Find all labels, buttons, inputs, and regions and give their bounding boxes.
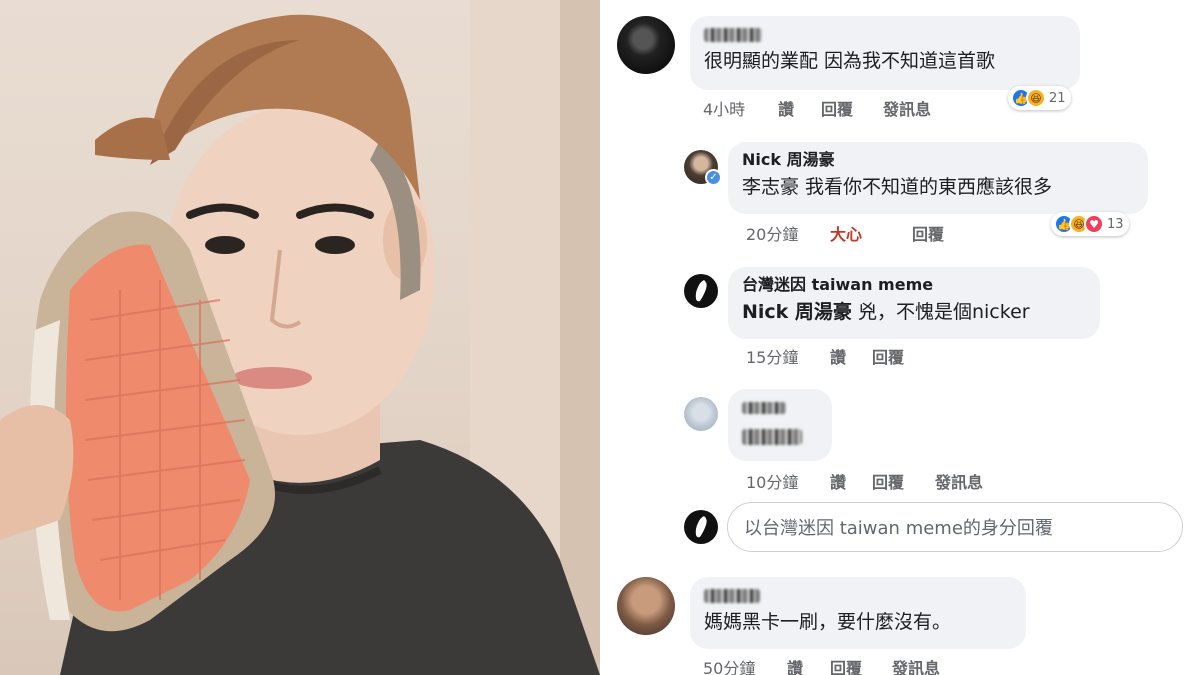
verified-badge-icon: ✓ — [705, 169, 722, 186]
comment-text: 李志豪 我看你不知道的東西應該很多 — [742, 176, 1053, 198]
love-icon: ♥ — [1084, 214, 1104, 234]
message-action[interactable]: 發訊息 — [883, 96, 931, 120]
message-action[interactable]: 發訊息 — [935, 469, 983, 493]
selfie-photo — [0, 0, 600, 675]
reply-placeholder: 以台灣迷因 taiwan meme的身分回覆 — [744, 518, 1053, 539]
comment-author-blurred[interactable] — [742, 397, 818, 417]
like-action[interactable]: 讚 — [830, 344, 872, 368]
comment-bubble: 媽媽黑卡一刷，要什麼沒有。 — [690, 577, 1026, 649]
comment-meta: 50分鐘 讚 回覆 發訊息 — [703, 655, 940, 675]
comment-text-blurred — [742, 423, 818, 449]
comment-meta: 10分鐘 讚 回覆 發訊息 — [746, 469, 983, 493]
comment-time[interactable]: 50分鐘 — [703, 655, 787, 675]
comment-text: 媽媽黑卡一刷，要什麼沒有。 — [704, 611, 952, 633]
comment-meta: 15分鐘 讚 回覆 — [746, 344, 904, 368]
page-avatar[interactable] — [684, 274, 718, 308]
comment-bubble: 台灣迷因 taiwan meme Nick 周湯豪 兇，不愧是個nicker — [728, 267, 1100, 339]
comment-body: 兇，不愧是個nicker — [851, 301, 1030, 323]
like-action[interactable]: 讚 — [830, 469, 872, 493]
comment-time[interactable]: 15分鐘 — [746, 344, 830, 368]
reaction-summary[interactable]: 👍 😆 ♥ 13 — [1051, 212, 1129, 236]
message-action[interactable]: 發訊息 — [892, 655, 940, 675]
reply-action[interactable]: 回覆 — [872, 469, 935, 493]
taiwan-island-icon — [695, 280, 707, 302]
comment-author-blurred[interactable] — [704, 585, 1012, 605]
like-action[interactable]: 讚 — [787, 655, 830, 675]
comment-bubble: 很明顯的業配 因為我不知道這首歌 — [690, 16, 1080, 90]
comment-time[interactable]: 20分鐘 — [746, 221, 830, 245]
reply-input[interactable]: 以台灣迷因 taiwan meme的身分回覆 — [727, 502, 1183, 552]
comment-bubble — [728, 389, 832, 461]
reply-action[interactable]: 回覆 — [872, 344, 904, 368]
comment-text: Nick 周湯豪 兇，不愧是個nicker — [742, 299, 1086, 325]
reaction-count: 21 — [1049, 90, 1066, 106]
reaction-summary[interactable]: 👍 😆 21 — [1008, 86, 1071, 110]
comment-meta: 20分鐘 大心 回覆 — [746, 221, 944, 245]
like-action[interactable]: 讚 — [778, 96, 821, 120]
comment-meta: 4小時 讚 回覆 發訊息 — [703, 96, 931, 120]
page-avatar — [684, 510, 718, 544]
comment-author[interactable]: Nick 周湯豪 — [742, 150, 1134, 170]
comment-text: 很明顯的業配 因為我不知道這首歌 — [704, 50, 996, 72]
reaction-count: 13 — [1107, 216, 1124, 232]
comment-author[interactable]: 台灣迷因 taiwan meme — [742, 275, 1086, 295]
mention-link[interactable]: Nick 周湯豪 — [742, 301, 852, 323]
haha-icon: 😆 — [1026, 88, 1046, 108]
commenter-avatar[interactable] — [617, 577, 675, 635]
reply-action[interactable]: 回覆 — [821, 96, 883, 120]
reply-action[interactable]: 回覆 — [912, 221, 944, 245]
commenter-avatar[interactable] — [684, 397, 718, 431]
love-action[interactable]: 大心 — [830, 221, 912, 245]
taiwan-island-icon — [695, 516, 707, 538]
comment-author-blurred[interactable] — [704, 24, 1066, 44]
comment-time[interactable]: 10分鐘 — [746, 469, 830, 493]
comment-bubble: Nick 周湯豪 李志豪 我看你不知道的東西應該很多 — [728, 142, 1148, 214]
reply-action[interactable]: 回覆 — [830, 655, 892, 675]
comment-time[interactable]: 4小時 — [703, 96, 778, 120]
commenter-avatar[interactable] — [617, 16, 675, 74]
